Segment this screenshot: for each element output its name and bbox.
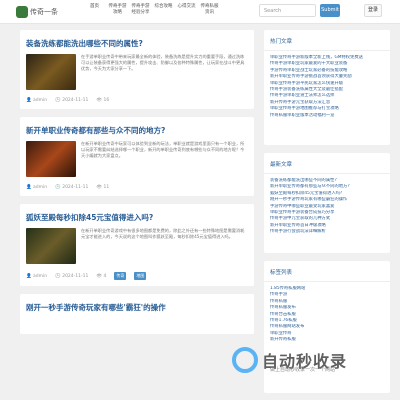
hot-articles-panel: 热门文章 单职业传奇手游新版本全新上线，GM特权免费送 传奇手游单职业玩家最爱的… — [264, 30, 390, 145]
date-label: 🕒 2024-11-11 — [55, 185, 89, 190]
views-label: 👁 11 — [96, 185, 110, 190]
post-excerpt: 在新开单职业传奇中玩家可以体验到全新的玩法，单职业就是游戏里面只有一个职业，所以… — [81, 141, 245, 158]
watermark-subtext: 做上自动秒收录一次一个网站 — [270, 367, 336, 373]
site-logo[interactable]: 传奇一条 — [16, 4, 64, 19]
panel-title: 最新文章 — [264, 153, 390, 174]
post-title[interactable]: 装备洗练都能洗出哪些不同的属性? — [20, 30, 254, 54]
submit-button[interactable]: Submit — [320, 4, 340, 17]
post-card: 装备洗练都能洗出哪些不同的属性? 在手游单职业传奇中带来玩家最全新的体验，装备洗… — [20, 30, 254, 109]
panel-title: 标签列表 — [264, 261, 390, 282]
logo-mark-icon — [16, 5, 28, 18]
post-title[interactable]: 狐妖至殿每秒扣除45元宝值得进入吗? — [20, 204, 254, 228]
nav-experience[interactable]: 传奇手游经验分享 — [130, 4, 151, 16]
views-label: 👁 4 — [96, 273, 107, 279]
panel-title: 热门文章 — [264, 30, 390, 51]
search-input[interactable]: Search — [259, 4, 316, 17]
main-nav: 首页 传奇手游攻略 传奇手游经验分享 综合攻略 心得交流 传奇私服资讯 — [84, 4, 220, 16]
post-card: 狐妖至殿每秒扣除45元宝值得进入吗? 在新开单职业传奇游戏中有很多地图都是免费的… — [20, 204, 254, 286]
post-title[interactable]: 刚开一秒手游传奇玩家有哪些'霸狂'的操作 — [20, 294, 254, 318]
watermark-icon — [232, 347, 258, 373]
post-meta: 👤 admin 🕒 2024-11-11 👁 11 — [20, 177, 254, 196]
author-label: 👤 admin — [26, 98, 48, 103]
post-thumbnail[interactable] — [26, 54, 76, 90]
post-meta: 👤 admin 🕒 2024-11-11 👁 16 — [20, 90, 254, 109]
nav-home[interactable]: 首页 — [84, 4, 105, 16]
post-title[interactable]: 新开单职业传奇都有那些与众不同的地方? — [20, 117, 254, 141]
latest-article-link[interactable]: 传奇手游行会战玩法详细解析 — [270, 229, 384, 235]
post-excerpt: 在手游单职业传奇中带来玩家最全新的体验，装备洗练是提升实力的重要手段，通过洗练可… — [81, 54, 245, 71]
views-label: 👁 16 — [96, 98, 110, 103]
nav-community[interactable]: 心得交流 — [176, 4, 197, 16]
nav-guides[interactable]: 传奇手游攻略 — [107, 4, 128, 16]
post-thumbnail[interactable] — [26, 228, 76, 264]
logo-text: 传奇一条 — [30, 7, 58, 16]
post-card: 刚开一秒手游传奇玩家有哪些'霸狂'的操作 — [20, 294, 254, 334]
post-list: 装备洗练都能洗出哪些不同的属性? 在手游单职业传奇中带来玩家最全新的体验，装备洗… — [20, 30, 254, 342]
post-tag[interactable]: 传奇 — [114, 272, 127, 280]
login-button[interactable]: 登录 — [364, 4, 382, 17]
post-excerpt: 在新开单职业传奇游戏中有很多地图都是免费的，除此之外还有一些特殊地图是需要消耗元… — [81, 228, 245, 239]
date-label: 🕒 2024-11-11 — [55, 273, 89, 279]
nav-strategy[interactable]: 综合攻略 — [153, 4, 174, 16]
post-meta: 👤 admin 🕒 2024-11-11 👁 4 传奇 地图 — [20, 264, 254, 286]
nav-news[interactable]: 传奇私服资讯 — [199, 4, 220, 16]
watermark-logo: 自动秒收录 — [232, 340, 392, 380]
date-label: 🕒 2024-11-11 — [55, 98, 89, 103]
post-card: 新开单职业传奇都有那些与众不同的地方? 在新开单职业传奇中玩家可以体验到全新的玩… — [20, 117, 254, 196]
author-label: 👤 admin — [26, 273, 48, 279]
post-thumbnail[interactable] — [26, 141, 76, 177]
post-tag[interactable]: 地图 — [134, 272, 147, 280]
hot-article-link[interactable]: 传奇私服单职业版本活动福利一览 — [270, 113, 384, 119]
top-navbar: 传奇一条 首页 传奇手游攻略 传奇手游经验分享 综合攻略 心得交流 传奇私服资讯… — [0, 0, 400, 24]
author-label: 👤 admin — [26, 185, 48, 190]
latest-articles-panel: 最新文章 装备洗练都能洗出哪些不同的属性? 新开单职业传奇都有那些与众不同的地方… — [264, 153, 390, 253]
